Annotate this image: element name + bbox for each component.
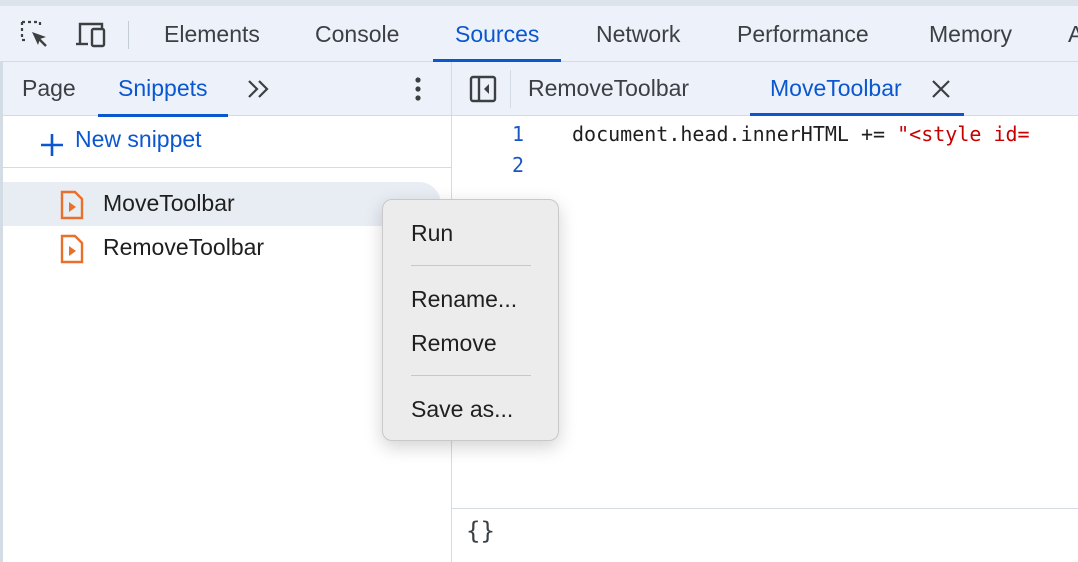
- toggle-navigator-icon[interactable]: [468, 74, 498, 104]
- menu-item-save-as[interactable]: Save as...: [411, 396, 513, 423]
- menu-item-remove[interactable]: Remove: [411, 330, 497, 357]
- navigator-tabbar: Page Snippets: [3, 62, 451, 117]
- plus-icon: [39, 132, 65, 158]
- editor-tabbar-divider: [510, 70, 511, 108]
- editor-tabbar: RemoveToolbar MoveToolbar: [452, 62, 1078, 116]
- toolbar-divider: [128, 21, 129, 49]
- editor-status-bar: {}: [452, 508, 1078, 562]
- line-number: 2: [511, 153, 524, 177]
- tab-memory[interactable]: Memory: [929, 12, 1012, 62]
- code-plain: document.head.innerHTML +=: [572, 122, 898, 146]
- active-editor-tab-indicator: [750, 113, 964, 116]
- tab-page[interactable]: Page: [22, 62, 76, 116]
- snippet-file-icon: [59, 234, 85, 264]
- snippet-item-movetoolbar[interactable]: MoveToolbar: [3, 182, 441, 226]
- editor-tab-removetoolbar[interactable]: RemoveToolbar: [528, 62, 689, 116]
- editor-tab-movetoolbar[interactable]: MoveToolbar: [770, 62, 902, 116]
- close-tab-icon[interactable]: [930, 78, 952, 100]
- menu-item-run[interactable]: Run: [411, 220, 453, 247]
- tab-performance[interactable]: Performance: [737, 12, 869, 62]
- menu-item-rename[interactable]: Rename...: [411, 286, 517, 313]
- pretty-print-button[interactable]: {}: [466, 517, 495, 545]
- code-line-1[interactable]: document.head.innerHTML += "<style id=: [572, 122, 1030, 146]
- tab-elements[interactable]: Elements: [164, 12, 260, 62]
- device-toolbar-icon[interactable]: [74, 18, 108, 52]
- tab-sources[interactable]: Sources: [432, 12, 562, 62]
- tab-console[interactable]: Console: [315, 12, 399, 62]
- code-string: "<style id=: [897, 122, 1030, 146]
- line-number: 1: [511, 122, 524, 146]
- kebab-menu-icon[interactable]: [407, 74, 429, 104]
- snippet-file-icon: [59, 190, 85, 220]
- chevron-double-right-icon[interactable]: [245, 76, 273, 102]
- tab-application-truncated[interactable]: A: [1068, 12, 1078, 62]
- inspect-element-icon[interactable]: [18, 18, 52, 52]
- snippet-label: RemoveToolbar: [103, 234, 265, 260]
- main-toolbar: Elements Console Sources Network Perform…: [0, 0, 1078, 62]
- new-snippet-button[interactable]: New snippet: [3, 116, 451, 168]
- context-menu: Run Rename... Remove Save as...: [382, 199, 559, 441]
- tab-snippets[interactable]: Snippets: [98, 62, 227, 117]
- menu-separator: [411, 375, 531, 376]
- snippet-label: MoveToolbar: [103, 190, 235, 216]
- tab-network[interactable]: Network: [596, 12, 680, 62]
- menu-separator: [411, 265, 531, 266]
- new-snippet-label: New snippet: [75, 126, 202, 152]
